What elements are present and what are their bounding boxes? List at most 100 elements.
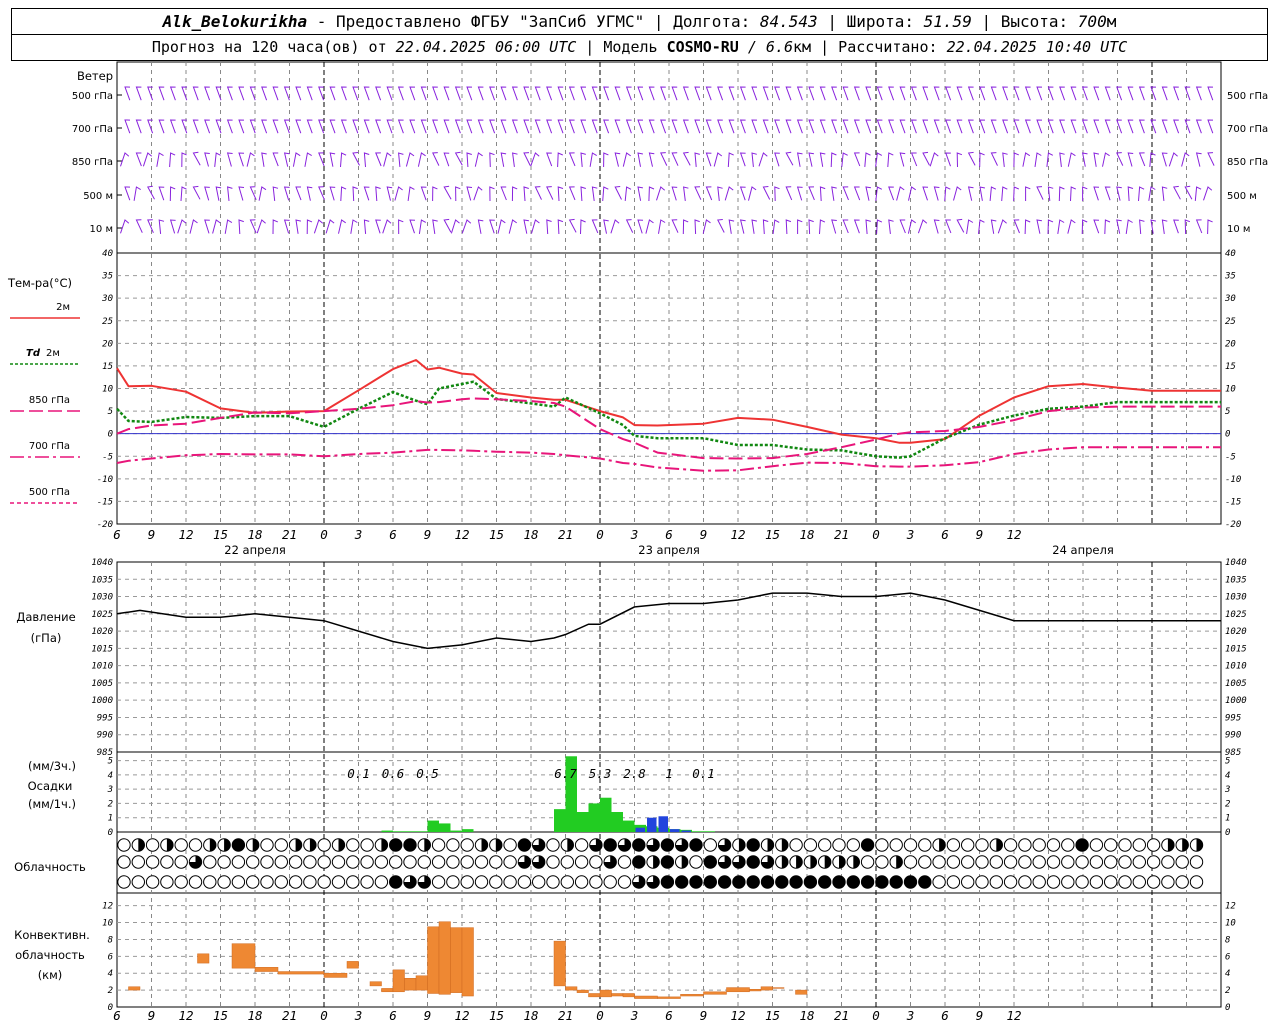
precip-tick-right: 2	[1225, 799, 1230, 809]
cloud-half	[767, 838, 774, 852]
conv-cloud-bar	[634, 995, 658, 999]
cloud-symbol	[403, 838, 417, 852]
cloud-half	[224, 838, 231, 852]
wind-barb	[1127, 152, 1134, 167]
cloud-half	[781, 855, 788, 869]
cloud-symbol	[431, 875, 446, 889]
cloud-symbol	[975, 855, 989, 869]
wind-barb	[147, 119, 154, 134]
conv-cloud-bar	[427, 926, 440, 994]
wind-barb	[158, 186, 165, 201]
cloud-symbol	[632, 838, 646, 852]
cloud-symbol	[746, 875, 760, 889]
wind-barb	[306, 186, 313, 201]
conv-tick-right: 12	[1225, 902, 1236, 912]
temp-tick-right: 15	[1225, 362, 1236, 372]
wind-barb	[352, 86, 359, 101]
wind-barb	[489, 119, 496, 134]
cloud-symbol	[346, 838, 360, 852]
wind-barb	[454, 119, 461, 134]
wind-barb	[1024, 219, 1031, 235]
wind-barb	[1125, 219, 1133, 234]
wind-barb	[917, 219, 928, 234]
cloud-symbol	[1132, 875, 1147, 889]
wind-barb	[739, 119, 746, 134]
wind-barb	[192, 119, 199, 134]
conv-cloud-bar	[565, 986, 578, 991]
snow-bar	[658, 816, 668, 832]
wind-barb	[808, 86, 815, 101]
wind-barb	[910, 152, 918, 167]
time-tick-bottom: 12	[454, 1008, 469, 1023]
cloud-symbol	[360, 838, 374, 852]
wind-barb	[967, 151, 976, 166]
wind-barb	[363, 152, 370, 168]
cloud-symbol	[1089, 838, 1104, 852]
wind-barb	[728, 86, 735, 101]
rain-bar	[623, 820, 635, 832]
legend-label: 500 гПа	[29, 487, 70, 498]
wind-barb	[1104, 219, 1111, 235]
wind-barb	[648, 119, 655, 134]
cloud-symbol	[246, 875, 260, 889]
cloud-half	[567, 838, 574, 852]
conv-cloud-bar	[369, 981, 382, 987]
wind-barb	[1093, 86, 1100, 101]
cloud-symbol	[1061, 855, 1075, 869]
cloud-symbol	[832, 838, 846, 852]
conv-cloud-bar	[795, 989, 808, 995]
time-tick-bottom: 21	[558, 1008, 573, 1023]
wind-barb	[568, 218, 577, 233]
time-tick-bottom: 3	[354, 1008, 363, 1023]
cloud-half	[338, 838, 345, 852]
temp-tick-left: -10	[97, 475, 113, 485]
cloud-half	[1196, 838, 1203, 852]
wind-barb	[819, 86, 826, 101]
wind-barb	[796, 86, 803, 101]
wind-barb	[1195, 119, 1202, 134]
wind-barb	[466, 86, 473, 101]
conv-cloud-bar	[381, 988, 394, 993]
wind-barb	[933, 186, 940, 201]
wind-barb	[997, 219, 1007, 234]
cloud-symbol	[117, 855, 131, 869]
precip-total-label: 2.8	[623, 766, 646, 781]
wind-barb	[682, 151, 691, 166]
wind-barb	[489, 219, 495, 234]
cloud-symbol	[574, 855, 589, 869]
wind-barb	[966, 219, 974, 234]
wind-barb	[899, 152, 906, 167]
wind-barb	[407, 186, 415, 201]
time-tick: 12	[1006, 527, 1021, 542]
temp-tick-left: -15	[97, 497, 113, 507]
wind-barb	[1138, 186, 1145, 202]
cloud-symbol	[775, 875, 789, 889]
cloud-symbol	[1189, 855, 1204, 869]
wind-barb	[1139, 219, 1145, 235]
time-tick-bottom: 12	[1006, 1008, 1021, 1023]
wind-barb	[1207, 119, 1214, 134]
rain-bar	[703, 831, 715, 832]
cloud-symbol	[832, 875, 846, 889]
temp-tick-left: -5	[102, 452, 113, 462]
cloud-symbol	[732, 875, 746, 889]
wind-barb	[1057, 219, 1065, 234]
wind-barb	[1138, 152, 1146, 167]
rain-bar	[588, 803, 600, 832]
precip-unit-3h: (мм/3ч.)	[28, 759, 76, 773]
cloud-symbol	[231, 875, 246, 889]
pressure-tick-left: 1005	[91, 679, 113, 689]
wind-barb	[831, 186, 837, 201]
time-tick: 21	[558, 527, 573, 542]
wind-barb	[603, 219, 609, 234]
wind-barb	[1173, 219, 1179, 234]
wind-barb	[990, 219, 997, 234]
wind-barb	[169, 152, 176, 168]
wind-barb	[246, 152, 255, 167]
wind-barb	[1161, 186, 1168, 201]
wind-barb	[876, 119, 883, 134]
wind-barb	[158, 119, 165, 134]
wind-barb	[432, 86, 439, 101]
wind-barb	[454, 151, 463, 166]
wind-barb	[1047, 119, 1054, 134]
